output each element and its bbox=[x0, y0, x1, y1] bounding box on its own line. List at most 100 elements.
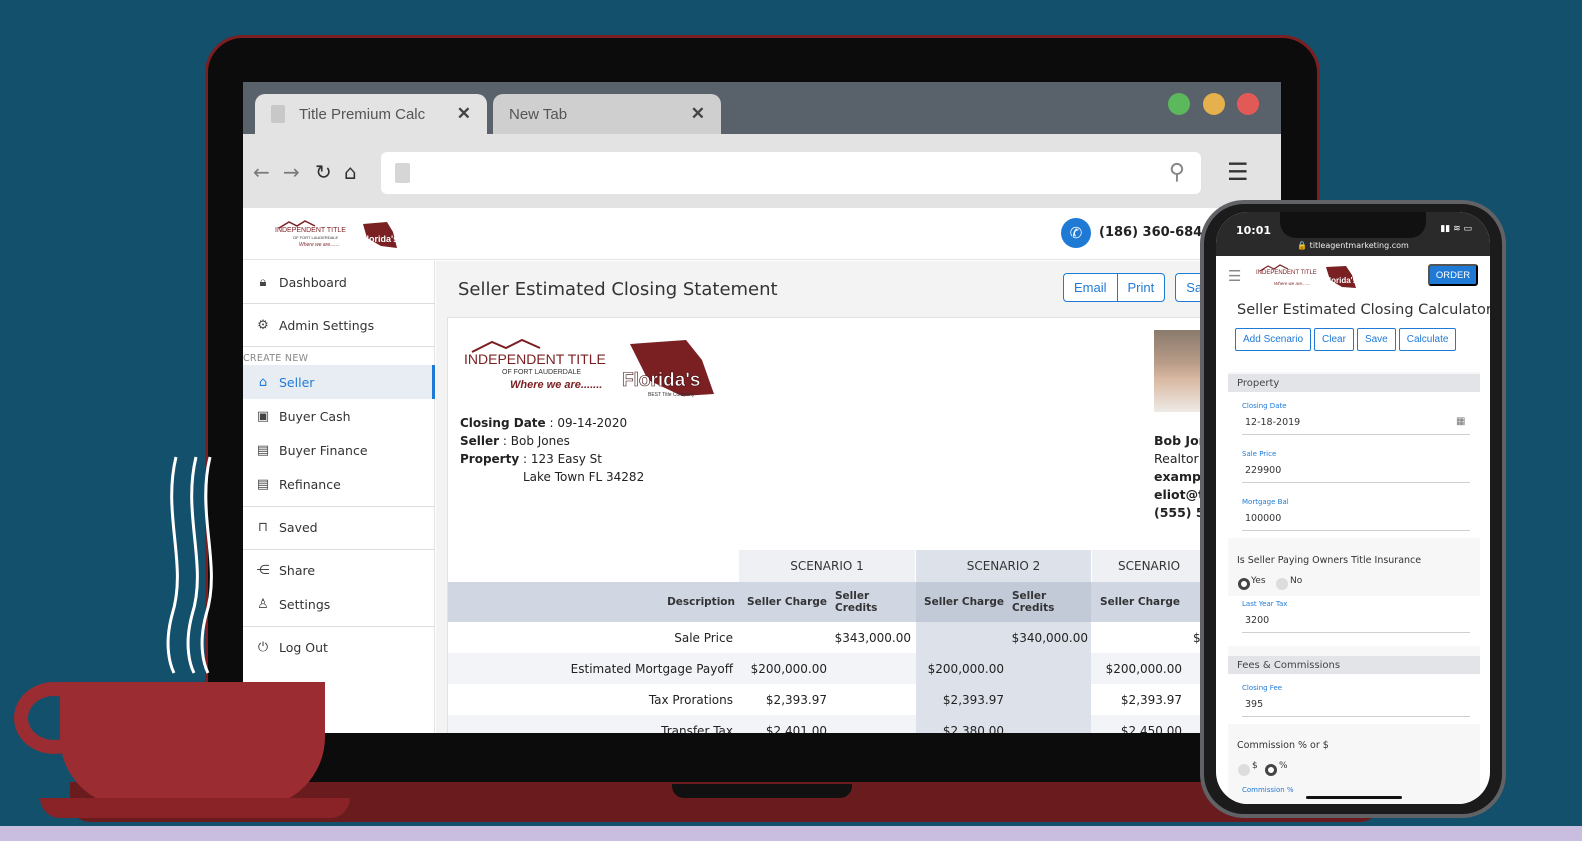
agent-phone: (555) 55 bbox=[1154, 505, 1204, 520]
calculate-button[interactable]: Calculate bbox=[1398, 328, 1457, 351]
row-description: Transfer Tax bbox=[661, 723, 733, 734]
search-icon[interactable]: ⚲ bbox=[1169, 160, 1185, 185]
add-scenario-button[interactable]: Add Scenario bbox=[1235, 328, 1312, 351]
save-button[interactable]: Save bbox=[1356, 328, 1396, 351]
seller-label: Seller bbox=[460, 434, 500, 448]
sidebar-item-saved[interactable]: ⊓ Saved bbox=[243, 510, 435, 544]
company-logo: INDEPENDENT TITLE OF FORT LAUDERDALE Whe… bbox=[275, 220, 398, 248]
section-property: Property bbox=[1228, 374, 1480, 392]
phone-screen: 10:01 ▮▮ ≋ ▭ 🔒 titleagentmarketing.com ☰… bbox=[1216, 212, 1490, 804]
refinance-icon: ▤ bbox=[256, 476, 270, 492]
page-icon bbox=[395, 163, 410, 183]
sidebar-item-share[interactable]: ⋲ Share bbox=[243, 553, 435, 587]
table-row: Transfer Tax $2,401.00 $2,380.00 $2,450.… bbox=[448, 715, 1281, 733]
dollar-radio[interactable] bbox=[1238, 764, 1250, 776]
forward-icon[interactable]: → bbox=[283, 160, 300, 184]
closing-date-label: Closing Date bbox=[1242, 402, 1287, 410]
percent-label: % bbox=[1279, 761, 1288, 771]
page-icon bbox=[271, 105, 285, 123]
phone-form: Property Closing Date 12-18-2019 ▦ Sale … bbox=[1228, 372, 1480, 804]
logo-badge: Florida's bbox=[361, 234, 398, 244]
tab-title-premium-calc[interactable]: Title Premium Calc ✕ bbox=[255, 94, 487, 134]
table-row: Sale Price $343,000.00 $340,000.00 $ bbox=[448, 622, 1281, 653]
divider bbox=[243, 626, 435, 627]
sidebar-item-buyer-cash[interactable]: ▣ Buyer Cash bbox=[243, 399, 435, 433]
sidebar-item-seller[interactable]: ⌂ Seller bbox=[243, 365, 435, 399]
yes-label: Yes bbox=[1251, 576, 1266, 586]
sidebar-item-settings[interactable]: ♙ Settings bbox=[243, 587, 435, 621]
maximize-button[interactable] bbox=[1168, 93, 1190, 115]
closing-date-field[interactable]: 12-18-2019 bbox=[1245, 417, 1300, 428]
sidebar-item-log-out[interactable]: ⏻ Log Out bbox=[243, 630, 435, 664]
percent-radio[interactable] bbox=[1265, 764, 1277, 776]
mortgage-bal-field[interactable]: 100000 bbox=[1245, 513, 1281, 524]
calendar-icon[interactable]: ▦ bbox=[1456, 416, 1465, 427]
sidebar-item-admin-settings[interactable]: ⚙ Admin Settings bbox=[243, 308, 435, 342]
print-button[interactable]: Print bbox=[1117, 273, 1166, 302]
sidebar-item-label: Seller bbox=[279, 374, 315, 390]
cell-charge-2: $2,380.00 bbox=[916, 715, 1004, 733]
phone-icon[interactable]: ✆ bbox=[1061, 218, 1091, 248]
agent-role: Realtor bbox=[1154, 451, 1199, 466]
company-logo: INDEPENDENT TITLE Where we are....... Fl… bbox=[1256, 264, 1358, 288]
cell-charge-1 bbox=[739, 622, 827, 653]
close-icon[interactable]: ✕ bbox=[457, 104, 471, 124]
lock-icon: 🔒︎ bbox=[259, 274, 267, 290]
phone-url[interactable]: 🔒 titleagentmarketing.com bbox=[1216, 241, 1490, 250]
cell-charge-3 bbox=[1092, 622, 1182, 653]
seller-value: : Bob Jones bbox=[499, 434, 570, 448]
laptop-screen: Title Premium Calc ✕ New Tab ✕ ← → ↻ ⌂ ⚲… bbox=[243, 82, 1281, 733]
section-fees-commissions: Fees & Commissions bbox=[1228, 656, 1480, 674]
home-icon[interactable]: ⌂ bbox=[344, 160, 357, 184]
no-radio[interactable] bbox=[1276, 578, 1288, 590]
sidebar-item-dashboard[interactable]: 🔒︎ Dashboard bbox=[243, 265, 435, 299]
reload-icon[interactable]: ↻ bbox=[315, 160, 332, 184]
field-underline bbox=[1242, 716, 1470, 717]
menu-icon[interactable]: ☰ bbox=[1227, 158, 1249, 186]
logo-tagline: Where we are....... bbox=[299, 242, 340, 248]
steam-wisp bbox=[200, 456, 213, 674]
url-bar[interactable]: ⚲ bbox=[381, 152, 1201, 194]
cell-charge-1: $200,000.00 bbox=[750, 661, 827, 676]
hamburger-icon[interactable]: ☰ bbox=[1228, 267, 1241, 285]
divider bbox=[243, 549, 435, 550]
finance-icon: ▤ bbox=[256, 442, 270, 458]
close-icon[interactable]: ✕ bbox=[691, 104, 705, 124]
closing-fee-group: Closing Fee 395 bbox=[1228, 674, 1480, 724]
order-button[interactable]: ORDER bbox=[1428, 264, 1478, 286]
saucer bbox=[40, 798, 350, 818]
logo-line2: OF FORT LAUDERDALE bbox=[502, 369, 581, 376]
logo-badge: Florida's bbox=[622, 370, 700, 391]
minimize-button[interactable] bbox=[1203, 93, 1225, 115]
agent-info: Bob Jon Realtor example eliot@tit (555) … bbox=[1154, 432, 1204, 522]
sale-price-label: Sale Price bbox=[1242, 450, 1277, 458]
statement-card: INDEPENDENT TITLE OF FORT LAUDERDALE Whe… bbox=[447, 317, 1281, 733]
tab-label: Title Premium Calc bbox=[299, 105, 426, 123]
cell-charge-2: $2,393.97 bbox=[942, 692, 1004, 707]
sidebar-item-refinance[interactable]: ▤ Refinance bbox=[243, 467, 435, 501]
yes-radio[interactable] bbox=[1238, 578, 1250, 590]
tab-new-tab[interactable]: New Tab ✕ bbox=[493, 94, 721, 134]
clear-button[interactable]: Clear bbox=[1314, 328, 1354, 351]
bookmark-icon: ⊓ bbox=[257, 519, 269, 535]
browser-titlebar: Title Premium Calc ✕ New Tab ✕ bbox=[243, 82, 1281, 134]
back-icon[interactable]: ← bbox=[253, 160, 270, 184]
header-seller-credits-2: Seller Credits bbox=[1012, 582, 1091, 622]
last-year-tax-field[interactable]: 3200 bbox=[1245, 615, 1269, 626]
header-seller-charge-2: Seller Charge bbox=[916, 582, 1012, 622]
sale-price-field[interactable]: 229900 bbox=[1245, 465, 1281, 476]
close-window-button[interactable] bbox=[1237, 93, 1259, 115]
tab-label: New Tab bbox=[509, 105, 568, 123]
home-indicator bbox=[1306, 796, 1402, 799]
header-description: Description bbox=[667, 596, 735, 608]
email-button[interactable]: Email bbox=[1063, 273, 1118, 302]
sidebar-item-label: Share bbox=[279, 562, 316, 578]
sidebar-item-buyer-finance[interactable]: ▤ Buyer Finance bbox=[243, 433, 435, 467]
phone-header: ☰ INDEPENDENT TITLE Where we are....... … bbox=[1216, 256, 1490, 296]
closing-date-label: Closing Date bbox=[460, 416, 546, 430]
closing-date-value: : 09-14-2020 bbox=[545, 416, 628, 430]
sidebar-item-label: Buyer Cash bbox=[279, 408, 351, 424]
closing-fee-field[interactable]: 395 bbox=[1245, 699, 1263, 710]
agent-email: eliot@tit bbox=[1154, 487, 1204, 502]
seller-icon: ⌂ bbox=[258, 374, 268, 390]
